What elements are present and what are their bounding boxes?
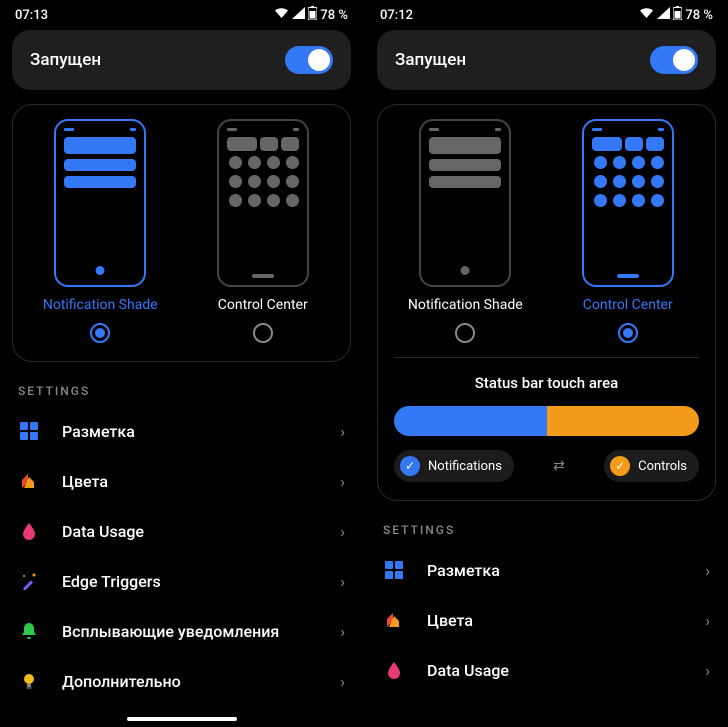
running-switch[interactable]	[285, 46, 333, 74]
check-icon: ✓	[610, 456, 630, 476]
check-icon: ✓	[400, 456, 420, 476]
mode-notification-shade[interactable]: Notification Shade	[23, 119, 178, 343]
chip-notifications[interactable]: ✓ Notifications	[394, 450, 514, 482]
mode-selector: Notification Shade Control Ce	[377, 104, 716, 501]
touch-chips: ✓ Notifications ⇄ ✓ Controls	[388, 450, 705, 482]
radio-cc[interactable]	[253, 323, 273, 343]
item-label: Всплывающие уведомления	[62, 622, 340, 641]
battery-icon	[673, 6, 682, 24]
chevron-right-icon: ›	[340, 422, 345, 441]
divider	[394, 357, 699, 358]
item-label: Дополнительно	[62, 672, 340, 691]
radio-notif[interactable]	[455, 323, 475, 343]
drop-icon	[383, 659, 405, 681]
settings-item-layout[interactable]: Разметка ›	[12, 406, 351, 456]
chevron-right-icon: ›	[705, 561, 710, 580]
layout-icon	[18, 420, 40, 442]
status-bar: 07:13 78 %	[0, 0, 363, 30]
settings-header: SETTINGS	[383, 523, 710, 537]
mode-label-notif: Notification Shade	[408, 297, 523, 313]
wifi-icon	[274, 7, 289, 23]
settings-header: SETTINGS	[18, 384, 345, 398]
chip-label: Notifications	[428, 459, 502, 474]
running-card: Запущен	[12, 30, 351, 90]
chevron-right-icon: ›	[340, 672, 345, 691]
item-label: Data Usage	[427, 661, 705, 680]
item-label: Цвета	[62, 472, 340, 491]
touch-bar[interactable]	[394, 406, 699, 436]
screen-right: 07:12 78 % Запущен	[365, 0, 728, 727]
settings-item-colors[interactable]: Цвета ›	[12, 456, 351, 506]
drop-icon	[18, 520, 40, 542]
settings-item-edge-triggers[interactable]: Edge Triggers ›	[12, 556, 351, 606]
bell-icon	[18, 620, 40, 642]
signal-icon	[292, 7, 305, 23]
item-label: Разметка	[427, 561, 705, 580]
phone-mock-notif	[54, 119, 146, 287]
chevron-right-icon: ›	[340, 472, 345, 491]
chip-label: Controls	[638, 459, 687, 474]
layout-icon	[383, 559, 405, 581]
chevron-right-icon: ›	[340, 622, 345, 641]
chevron-right-icon: ›	[340, 522, 345, 541]
running-card: Запущен	[377, 30, 716, 90]
mode-label-notif: Notification Shade	[43, 297, 158, 313]
running-label: Запущен	[30, 50, 101, 70]
chip-controls[interactable]: ✓ Controls	[604, 450, 699, 482]
status-time: 07:12	[380, 8, 413, 23]
battery-percent: 78 %	[320, 8, 348, 23]
mode-label-cc: Control Center	[218, 297, 308, 313]
radio-cc[interactable]	[618, 323, 638, 343]
touch-bar-left[interactable]	[394, 406, 547, 436]
settings-item-layout[interactable]: Разметка ›	[377, 545, 716, 595]
content: Запущен Notification Shade	[365, 30, 728, 727]
chevron-right-icon: ›	[340, 572, 345, 591]
phone-mock-cc	[582, 119, 674, 287]
status-bar: 07:12 78 %	[365, 0, 728, 30]
wand-icon	[18, 570, 40, 592]
settings-item-colors[interactable]: Цвета ›	[377, 595, 716, 645]
battery-percent: 78 %	[685, 8, 713, 23]
status-right: 78 %	[274, 6, 348, 24]
signal-icon	[657, 7, 670, 23]
battery-icon	[308, 6, 317, 24]
item-label: Разметка	[62, 422, 340, 441]
settings-item-additional[interactable]: Дополнительно ›	[12, 656, 351, 706]
radio-notif[interactable]	[90, 323, 110, 343]
wifi-icon	[639, 7, 654, 23]
item-label: Edge Triggers	[62, 572, 340, 591]
status-time: 07:13	[15, 8, 48, 23]
phone-mock-notif	[419, 119, 511, 287]
nav-pill[interactable]	[127, 717, 237, 721]
running-label: Запущен	[395, 50, 466, 70]
item-label: Цвета	[427, 611, 705, 630]
item-label: Data Usage	[62, 522, 340, 541]
mode-control-center[interactable]: Control Center	[551, 119, 706, 343]
bulb-icon	[18, 670, 40, 692]
screen-left: 07:13 78 % Запущен	[0, 0, 363, 727]
touch-bar-right[interactable]	[547, 406, 700, 436]
settings-item-data-usage[interactable]: Data Usage ›	[377, 645, 716, 695]
settings-item-popup-notif[interactable]: Всплывающие уведомления ›	[12, 606, 351, 656]
colors-icon	[383, 609, 405, 631]
phone-mock-cc	[217, 119, 309, 287]
swap-icon[interactable]: ⇄	[553, 458, 565, 474]
status-bar-touch-area: Status bar touch area ✓ Notifications ⇄ …	[388, 374, 705, 482]
touch-area-title: Status bar touch area	[388, 374, 705, 392]
mode-notification-shade[interactable]: Notification Shade	[388, 119, 543, 343]
colors-icon	[18, 470, 40, 492]
chevron-right-icon: ›	[705, 661, 710, 680]
running-switch[interactable]	[650, 46, 698, 74]
settings-item-data-usage[interactable]: Data Usage ›	[12, 506, 351, 556]
chevron-right-icon: ›	[705, 611, 710, 630]
content: Запущен Notification Shade	[0, 30, 363, 717]
mode-label-cc: Control Center	[583, 297, 673, 313]
status-right: 78 %	[639, 6, 713, 24]
mode-control-center[interactable]: Control Center	[186, 119, 341, 343]
mode-selector: Notification Shade Control Ce	[12, 104, 351, 362]
